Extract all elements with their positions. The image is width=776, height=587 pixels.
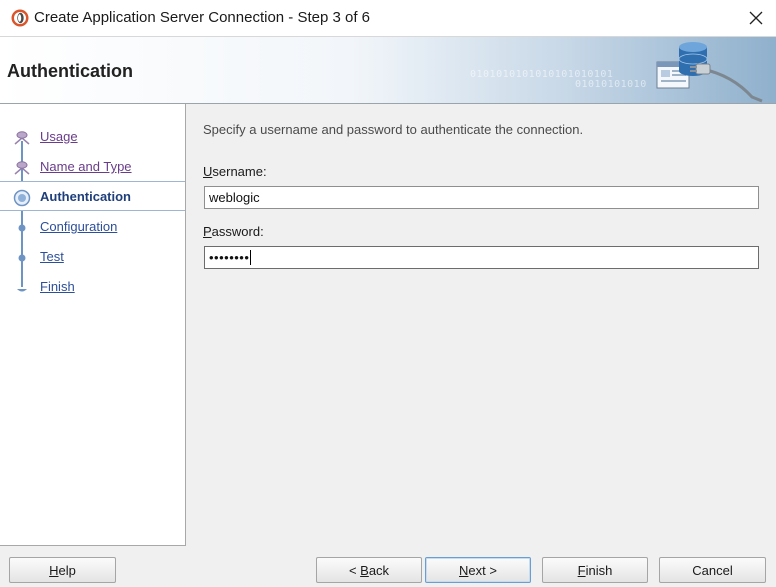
nav-step-label: Usage: [40, 129, 78, 144]
nav-step-label: Authentication: [40, 189, 131, 204]
finish-button[interactable]: Finish: [542, 557, 648, 583]
page-header-banner: Authentication 0101010101010101010101 01…: [0, 37, 776, 104]
title-bar: Create Application Server Connection - S…: [0, 0, 776, 37]
instruction-text: Specify a username and password to authe…: [203, 122, 584, 137]
nav-step-usage[interactable]: Usage: [0, 122, 185, 152]
text-caret: [250, 250, 252, 265]
password-mask: ••••••••: [209, 250, 250, 265]
nav-step-label: Configuration: [40, 219, 118, 234]
nav-step-test[interactable]: Test: [0, 242, 185, 272]
current-step-icon: [13, 189, 31, 207]
username-input[interactable]: [204, 186, 759, 209]
cancel-button[interactable]: Cancel: [659, 557, 766, 583]
banner-binary-decoration-2: 01010101010: [575, 79, 647, 90]
nav-step-label: Name and Type: [40, 159, 132, 174]
nav-step-name-and-type[interactable]: Name and Type: [0, 152, 185, 182]
pending-step-icon: [17, 289, 27, 292]
close-button[interactable]: [736, 0, 776, 36]
next-button[interactable]: Next >: [425, 557, 531, 583]
password-input[interactable]: ••••••••: [204, 246, 759, 269]
nav-step-label: Finish: [40, 279, 75, 294]
window-title: Create Application Server Connection - S…: [34, 9, 371, 26]
step-navigation: Usage Name and Type Authentication Confi…: [0, 104, 186, 546]
app-icon: [11, 9, 29, 27]
close-icon: [749, 11, 763, 25]
page-title: Authentication: [7, 61, 133, 81]
password-label: Password:: [203, 224, 264, 239]
nav-step-authentication[interactable]: Authentication: [0, 181, 185, 211]
server-connection-icon: [656, 42, 763, 103]
main-content: Specify a username and password to authe…: [186, 104, 776, 546]
visited-step-icon: [14, 131, 30, 145]
nav-step-configuration[interactable]: Configuration: [0, 212, 185, 242]
username-label: Username:: [203, 164, 267, 179]
nav-step-finish[interactable]: Finish: [0, 272, 185, 302]
back-button[interactable]: < Back: [316, 557, 422, 583]
visited-step-icon: [14, 161, 30, 175]
pending-step-icon: [18, 254, 26, 262]
nav-step-label: Test: [40, 249, 64, 264]
help-button[interactable]: Help: [9, 557, 116, 583]
pending-step-icon: [18, 224, 26, 232]
